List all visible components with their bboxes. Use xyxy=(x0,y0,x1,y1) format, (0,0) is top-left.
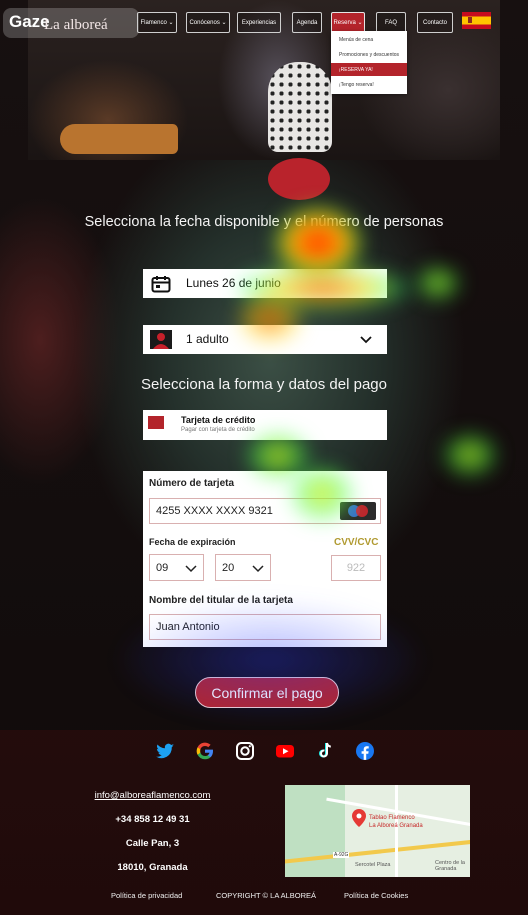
youtube-icon[interactable] xyxy=(275,741,295,761)
map-label-tablao: Tablao Flamenco xyxy=(369,815,415,821)
location-map[interactable]: Tablao Flamenco La Alboreá Granada Serco… xyxy=(285,785,470,877)
cvv-value: 922 xyxy=(346,562,366,574)
dropdown-item-promociones[interactable]: Promociones y descuentos xyxy=(331,48,407,61)
footer-address: Calle Pan, 3 xyxy=(125,838,180,849)
flag-shield xyxy=(468,17,472,23)
chevron-down-icon xyxy=(252,565,264,573)
privacy-policy-link[interactable]: Política de privacidad xyxy=(111,891,182,900)
people-select[interactable]: 1 adulto xyxy=(143,325,387,354)
nav-flamenco[interactable]: Flamenco ⌄ xyxy=(137,12,177,33)
expiry-month-select[interactable]: 09 xyxy=(149,554,204,581)
expiry-month-value: 09 xyxy=(156,561,169,574)
guitar-illustration xyxy=(60,124,178,154)
copyright-text: COPYRIGHT © LA ALBOREÁ xyxy=(216,891,317,900)
map-label-alborea: La Alboreá Granada xyxy=(369,823,423,829)
nav-experiencias[interactable]: Experiencias xyxy=(237,12,281,33)
expiry-year-select[interactable]: 20 xyxy=(215,554,271,581)
card-number-label: Número de tarjeta xyxy=(149,478,235,489)
nav-agenda[interactable]: Agenda xyxy=(292,12,322,33)
footer-email-link[interactable]: info@alboreaflamenco.com xyxy=(90,790,215,801)
card-form: Número de tarjeta 4255 XXXX XXXX 9321 Fe… xyxy=(143,471,387,647)
map-label-road: A-92G xyxy=(333,852,350,858)
chevron-down-icon xyxy=(185,565,197,573)
date-value: Lunes 26 de junio xyxy=(186,276,281,290)
holder-label: Nombre del titular de la tarjeta xyxy=(149,595,293,606)
date-heading: Selecciona la fecha disponible y el núme… xyxy=(84,214,444,230)
facebook-icon[interactable] xyxy=(355,741,375,761)
nav-conocenos[interactable]: Conócenos ⌄ xyxy=(186,12,230,33)
calendar-icon xyxy=(151,276,171,293)
payment-heading: Selecciona la forma y datos del pago xyxy=(141,376,387,393)
expiry-year-value: 20 xyxy=(222,561,235,574)
expiry-label: Fecha de expiración xyxy=(149,537,236,547)
cvv-label: CVV/CVC xyxy=(334,537,379,548)
flower-illustration xyxy=(268,158,330,200)
date-field[interactable]: Lunes 26 de junio xyxy=(143,269,387,298)
cvv-input[interactable]: 922 xyxy=(331,555,381,581)
payment-method-option[interactable]: Tarjeta de crédito Pagar con tarjeta de … xyxy=(143,410,387,440)
footer-city: 18010, Granada xyxy=(117,862,188,873)
spain-flag-icon[interactable] xyxy=(462,12,491,29)
payment-method-title: Tarjeta de crédito xyxy=(181,415,256,425)
brand-name: La alboreá xyxy=(44,17,108,33)
holder-value: Juan Antonio xyxy=(156,621,220,633)
instagram-icon[interactable] xyxy=(235,741,255,761)
tiktok-icon[interactable] xyxy=(315,741,335,761)
credit-card-icon xyxy=(148,416,164,429)
footer-phone: +34 858 12 49 31 xyxy=(115,814,190,825)
nav-contacto[interactable]: Contacto xyxy=(417,12,453,33)
twitter-icon[interactable] xyxy=(155,741,175,761)
google-icon[interactable] xyxy=(195,741,215,761)
dancer-illustration xyxy=(268,62,332,152)
payment-method-subtitle: Pagar con tarjeta de crédito xyxy=(181,427,255,433)
dropdown-item-menus[interactable]: Menús de cena xyxy=(331,33,407,46)
person-icon xyxy=(150,330,172,349)
people-value: 1 adulto xyxy=(186,332,229,346)
map-label-centro: Centro de la Granada xyxy=(435,860,465,872)
nav-reserva[interactable]: Reserva ⌄ xyxy=(331,12,365,33)
holder-input[interactable]: Juan Antonio xyxy=(149,614,381,640)
reserva-dropdown: Menús de cena Promociones y descuentos ¡… xyxy=(331,31,407,94)
nav-faq[interactable]: FAQ xyxy=(376,12,406,33)
chevron-down-icon xyxy=(360,336,372,344)
dropdown-item-reserva-ya[interactable]: ¡RESERVA YA! xyxy=(331,63,407,76)
map-pin-icon xyxy=(352,809,366,827)
card-number-value: 4255 XXXX XXXX 9321 xyxy=(156,505,273,517)
maestro-icon xyxy=(340,502,376,520)
cookies-policy-link[interactable]: Política de Cookies xyxy=(344,891,408,900)
confirm-payment-button[interactable]: Confirmar el pago xyxy=(195,677,339,708)
dropdown-item-tengo-reserva[interactable]: ¡Tengo reserva! xyxy=(331,78,407,91)
map-label-sercotel: Sercotel Plaza xyxy=(355,862,391,868)
